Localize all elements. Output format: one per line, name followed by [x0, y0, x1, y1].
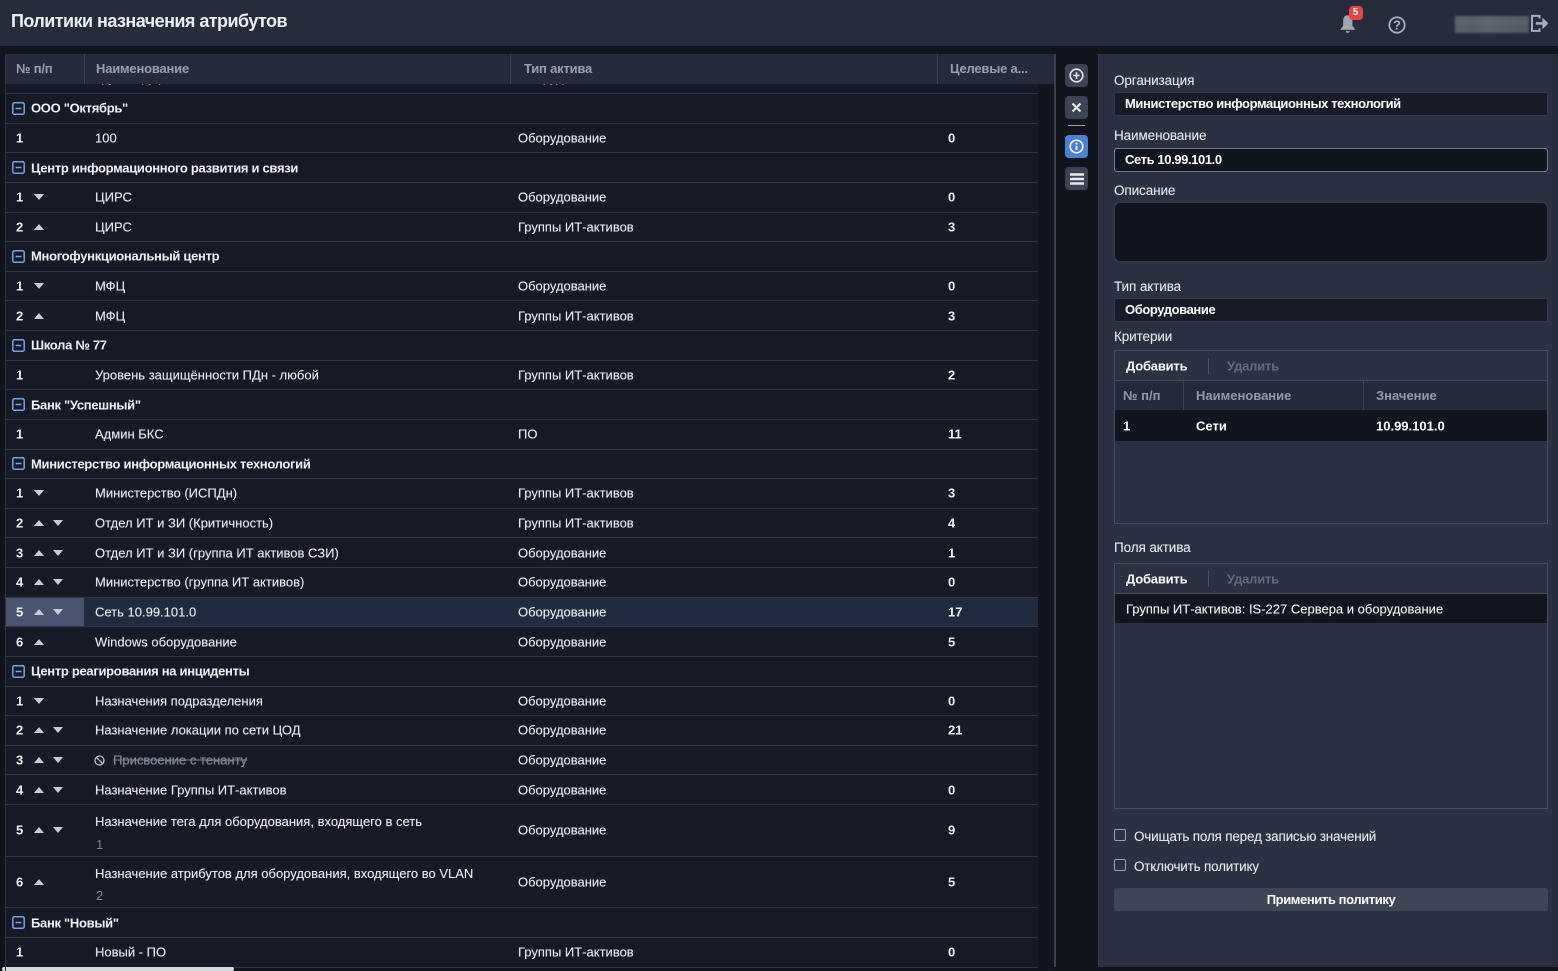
svg-text:?: ? — [1393, 17, 1401, 32]
